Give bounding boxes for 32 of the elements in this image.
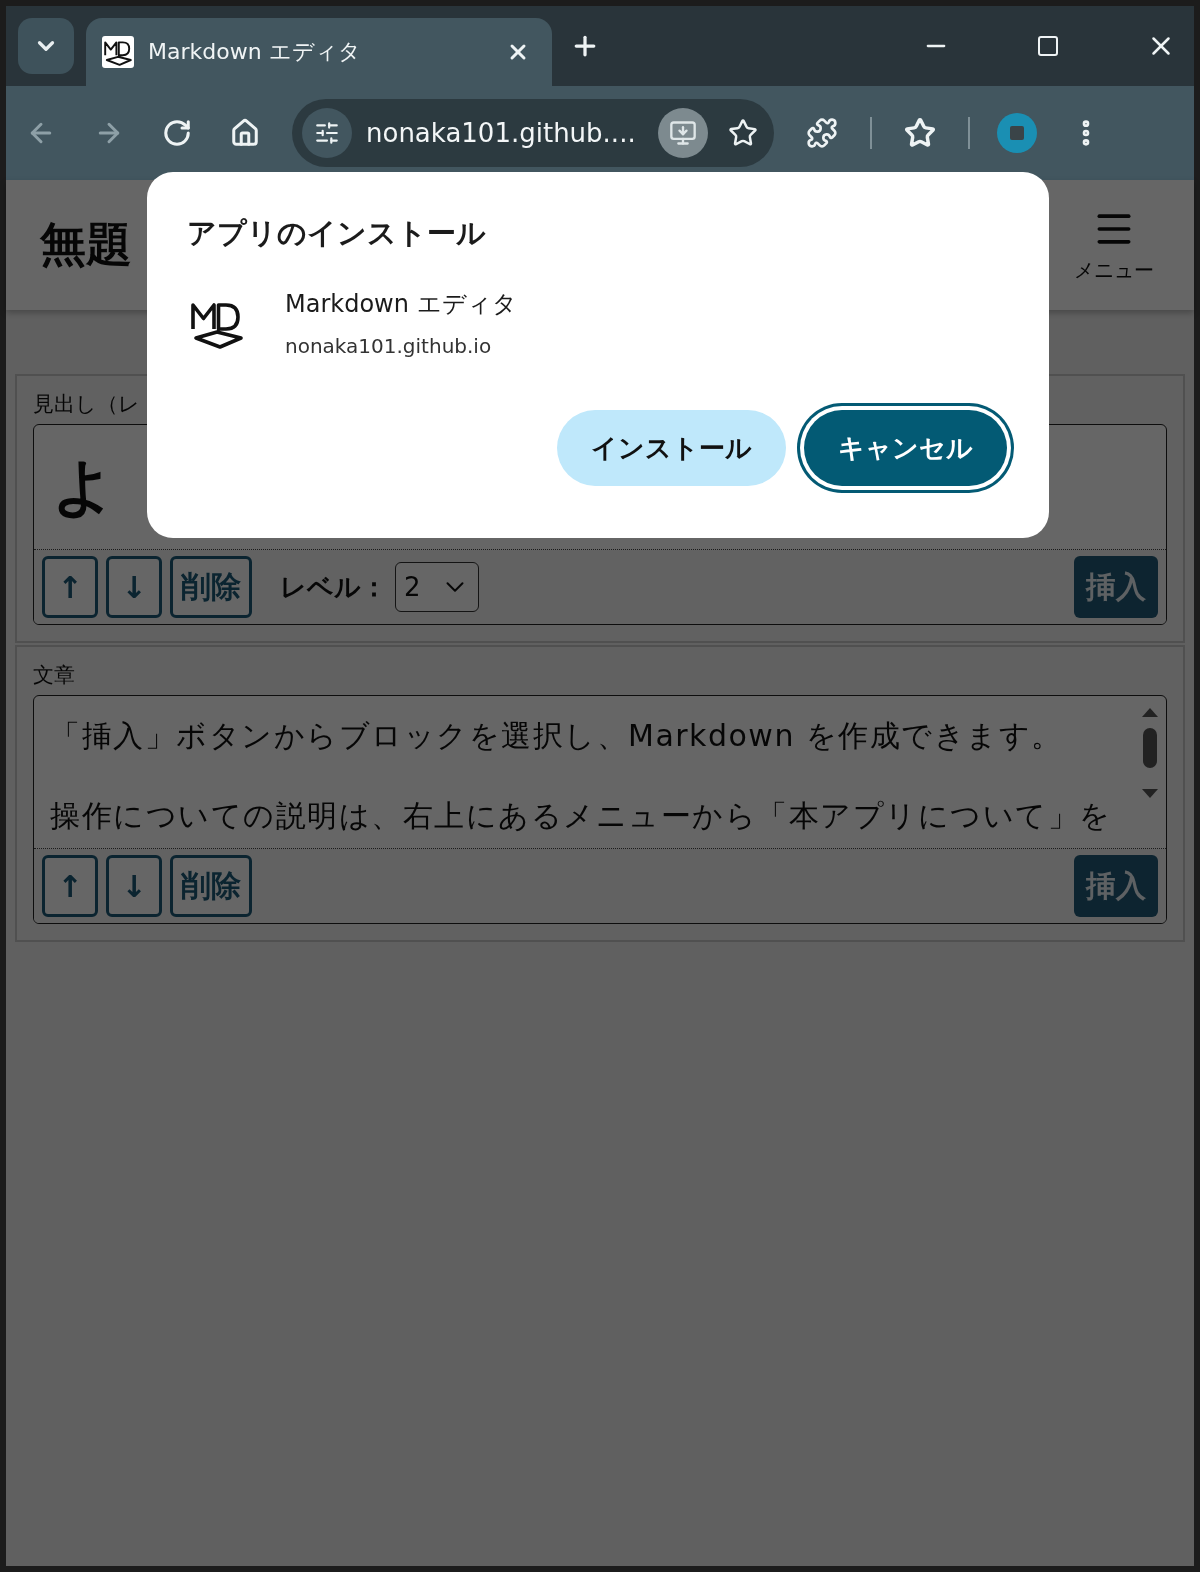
paragraph-text: 操作についての説明は、右上にあるメニューから「本アプリについて」を [50, 797, 1106, 835]
app-name: Markdown エディタ [285, 289, 517, 320]
insert-button[interactable]: 挿入 [1074, 855, 1158, 917]
move-button[interactable]: ↑ [42, 855, 98, 917]
url-text: nonaka101.github.... [366, 118, 637, 148]
menu-button[interactable]: メニュー [1068, 205, 1160, 285]
scroll-up-icon[interactable] [1140, 706, 1160, 718]
text-area-field[interactable]: 「挿入」ボタンからブロックを選択し、Markdown を作成できます。 操作についての説明は、右上にあるメニューから「本アプリについて」を ↑ ↓ 削除 挿入 [33, 695, 1167, 924]
install-app-icon[interactable] [658, 108, 708, 158]
move-button[interactable]: ↓ [106, 556, 162, 618]
paragraph-text: 「挿入」ボタンからブロックを選択し、Markdown を作成できます。 [50, 717, 1064, 755]
delete-button[interactable]: 削除 [170, 855, 252, 917]
app-origin: nonaka101.github.io [285, 334, 493, 358]
tab-title: Markdown エディタ [148, 38, 362, 66]
block-label: 文章 [33, 662, 76, 689]
avatar-icon[interactable] [996, 112, 1038, 154]
level-label: レベル： [280, 570, 387, 604]
move-button[interactable]: ↑ [42, 556, 98, 618]
move-button[interactable]: ↓ [106, 855, 162, 917]
level-select[interactable]: 2 [395, 562, 479, 612]
tab-search-button[interactable] [18, 18, 74, 74]
block-label: 見出し（レ [33, 391, 141, 418]
dialog-title: アプリのインストール [187, 215, 487, 252]
address-bar[interactable]: nonaka101.github.... [292, 99, 774, 167]
scroll-down-icon[interactable] [1140, 788, 1160, 800]
site-info-icon[interactable] [302, 108, 352, 158]
install-button[interactable]: インストール [557, 410, 786, 486]
scroll-thumb[interactable] [1143, 728, 1157, 768]
document-title: 無題 [40, 216, 132, 273]
browser-tab[interactable]: Markdown エディタ [86, 18, 552, 86]
delete-button[interactable]: 削除 [170, 556, 252, 618]
insert-button[interactable]: 挿入 [1074, 556, 1158, 618]
